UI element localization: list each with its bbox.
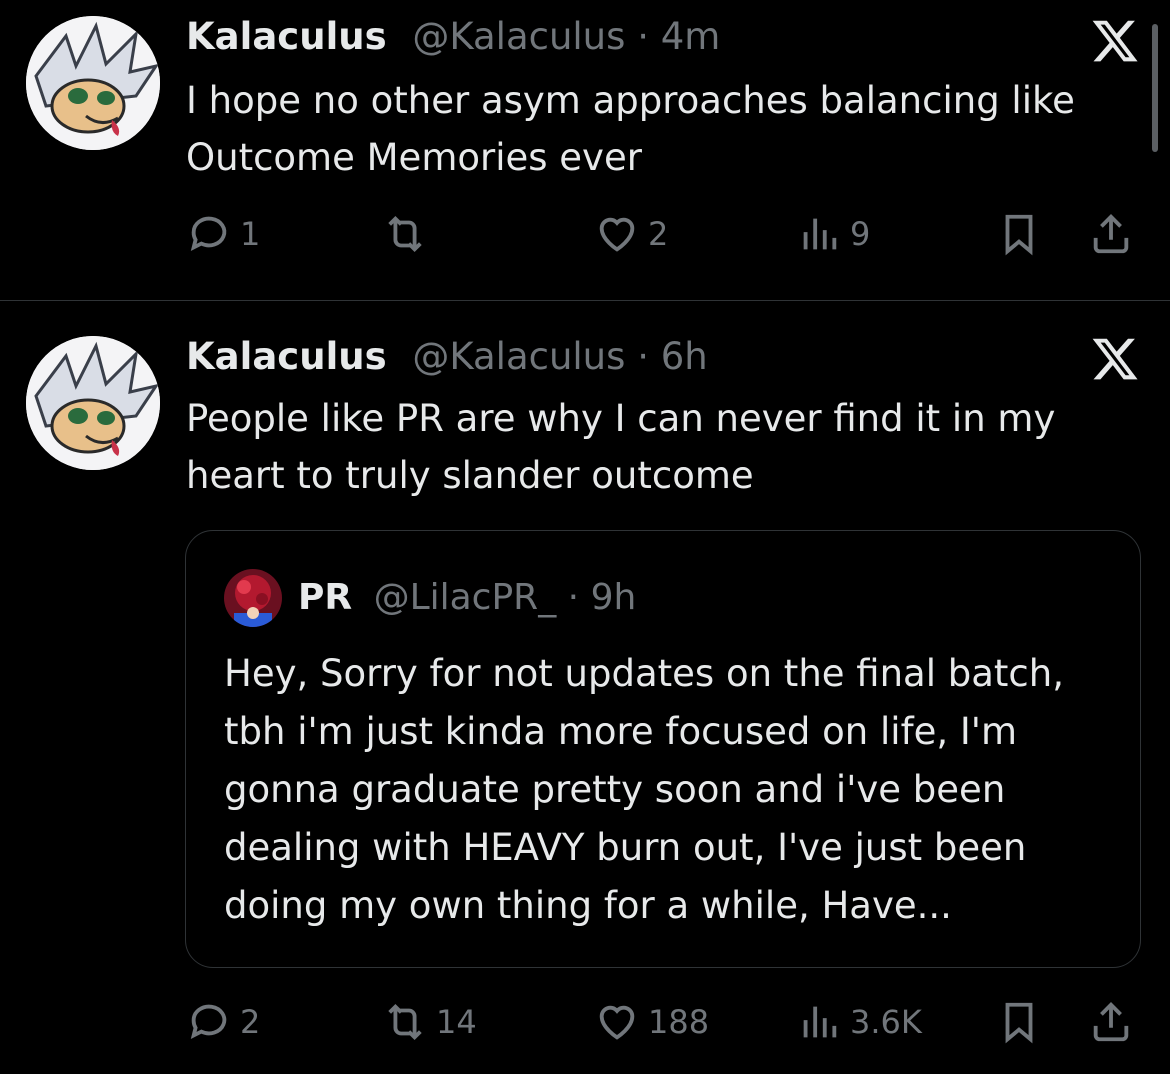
quoted-tweet[interactable]: PR @LilacPR_ · 9h Hey, Sorry for not upd… xyxy=(185,530,1141,968)
like-button[interactable]: 188 xyxy=(594,998,709,1046)
quoted-author-handle[interactable]: @LilacPR_ xyxy=(374,577,557,618)
share-button[interactable] xyxy=(1088,998,1134,1046)
author-name[interactable]: Kalaculus xyxy=(186,335,387,378)
reply-button[interactable]: 2 xyxy=(186,998,260,1046)
retweet-count: 14 xyxy=(436,1003,477,1041)
avatar[interactable] xyxy=(26,336,160,470)
like-icon xyxy=(599,1005,635,1040)
retweet-button[interactable]: 14 xyxy=(382,998,477,1046)
quoted-author-name[interactable]: PR xyxy=(298,577,352,618)
tweet-2[interactable]: Kalaculus @Kalaculus · 6h People like PR… xyxy=(0,0,1170,1044)
author-handle[interactable]: @Kalaculus xyxy=(412,335,625,378)
timestamp[interactable]: 6h xyxy=(661,335,708,378)
views-button[interactable]: 3.6K xyxy=(796,998,922,1046)
bookmark-icon xyxy=(1005,1002,1033,1044)
share-icon xyxy=(1093,1002,1129,1042)
separator: · xyxy=(637,335,649,378)
views-icon xyxy=(803,1006,837,1038)
bookmark-button[interactable] xyxy=(996,998,1042,1046)
tweet-header: Kalaculus @Kalaculus · 6h xyxy=(186,334,708,380)
quoted-avatar[interactable] xyxy=(224,569,282,627)
action-bar: 2 14 188 3.6K xyxy=(186,998,1146,1046)
tweet-text: People like PR are why I can never find … xyxy=(186,397,1056,497)
retweet-icon xyxy=(388,1003,422,1041)
views-count: 3.6K xyxy=(850,1003,922,1041)
reply-icon xyxy=(190,1004,227,1039)
quoted-header: PR @LilacPR_ · 9h xyxy=(298,575,636,621)
separator: · xyxy=(567,577,580,618)
reply-count: 2 xyxy=(240,1003,261,1041)
quoted-text: Hey, Sorry for not updates on the final … xyxy=(224,652,1064,927)
x-logo-icon xyxy=(1090,334,1140,384)
like-count: 188 xyxy=(648,1003,710,1041)
quoted-timestamp[interactable]: 9h xyxy=(591,577,637,618)
